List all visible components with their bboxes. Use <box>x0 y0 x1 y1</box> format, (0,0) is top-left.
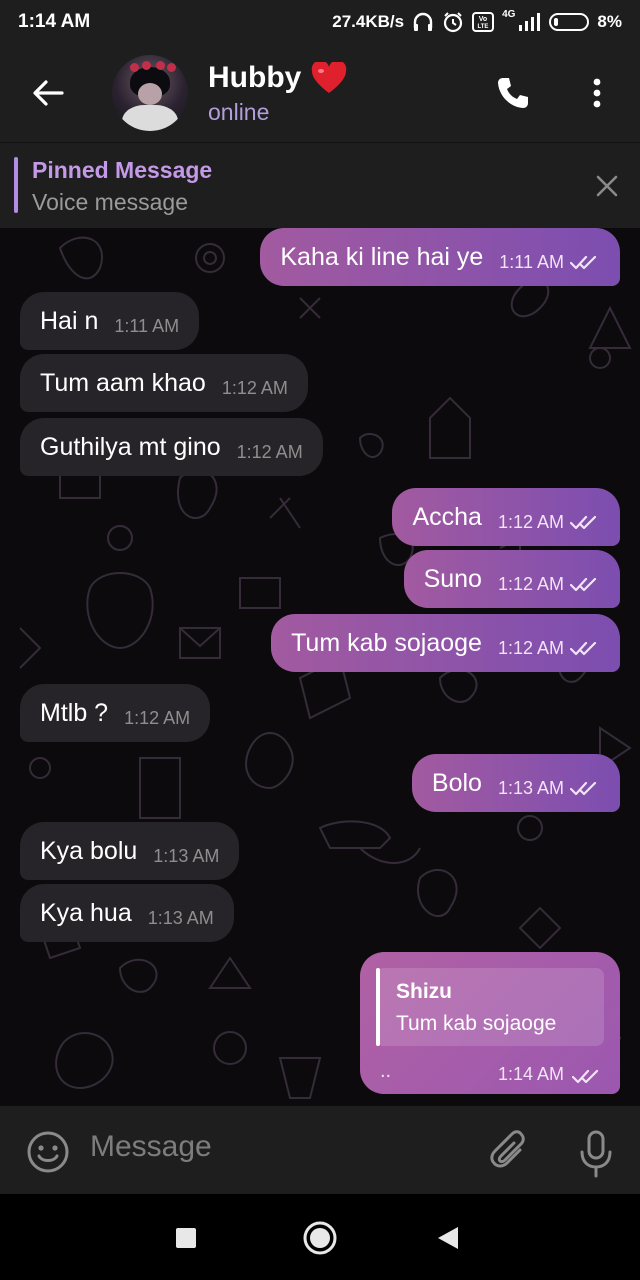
avatar[interactable] <box>112 55 188 131</box>
message-bubble-in[interactable]: Tum aam khao 1:12 AM <box>20 354 308 412</box>
status-bar: 1:14 AM 27.4KB/s Vo LTE 4G 8% <box>0 0 640 44</box>
message-text: Guthilya mt gino <box>40 432 221 461</box>
message-time: 1:12 AM <box>221 377 288 398</box>
message-bubble-in[interactable]: Kya bolu 1:13 AM <box>20 822 240 880</box>
signal-icon <box>519 13 541 31</box>
home-circle-icon <box>303 1221 337 1255</box>
back-button[interactable] <box>0 44 96 142</box>
system-navigation-bar <box>0 1194 640 1280</box>
message-bubble-out[interactable]: Tum kab sojaoge 1:12 AM <box>271 614 620 672</box>
status-time: 1:14 AM <box>18 11 91 32</box>
pinned-accent-bar <box>14 157 18 213</box>
quoted-author: Shizu <box>396 980 452 1003</box>
double-check-icon <box>570 577 597 592</box>
message-time: 1:13 AM <box>147 907 214 928</box>
quoted-message[interactable]: Shizu Tum kab sojaoge <box>376 968 604 1046</box>
double-check-icon <box>570 515 597 530</box>
pinned-text: Voice message <box>32 189 188 215</box>
message-text: Kya bolu <box>40 836 138 865</box>
chat-title-block[interactable]: Hubby online <box>208 61 347 126</box>
double-check-icon <box>570 255 597 270</box>
message-text: Accha <box>412 502 482 531</box>
message-bubble-out[interactable]: Kaha ki line hai ye 1:11 AM <box>260 228 620 286</box>
quoted-text: Tum kab sojaoge <box>396 1012 557 1035</box>
message-time: 1:11 AM <box>499 251 564 272</box>
message-time: 1:12 AM <box>124 707 191 728</box>
reply-message-bubble[interactable]: Shizu Tum kab sojaoge .. 1:14 AM <box>360 952 620 1094</box>
message-time: 1:13 AM <box>153 845 220 866</box>
emoji-icon[interactable] <box>26 1130 70 1174</box>
recents-button[interactable] <box>164 1216 208 1260</box>
message-list[interactable]: Kaha ki line hai ye 1:11 AM Hai n 1:11 A… <box>0 228 640 1106</box>
pinned-label: Pinned Message <box>32 157 213 183</box>
contact-status: online <box>208 98 270 125</box>
svg-text:LTE: LTE <box>478 24 489 30</box>
message-text: Hai n <box>40 306 99 335</box>
chat-header: Hubby online <box>0 44 640 142</box>
message-time: 1:14 AM <box>497 1064 564 1084</box>
square-icon <box>176 1228 196 1248</box>
triangle-back-icon <box>438 1227 458 1249</box>
call-button[interactable] <box>478 44 548 142</box>
pinned-message-bar[interactable]: Pinned Message Voice message <box>0 142 640 228</box>
message-text: Kya hua <box>40 898 132 927</box>
message-time: 1:12 AM <box>497 511 564 532</box>
double-check-icon <box>570 781 597 796</box>
message-bubble-out[interactable]: Suno 1:12 AM <box>403 550 620 608</box>
headphones-icon <box>413 12 433 31</box>
close-icon[interactable] <box>594 173 620 199</box>
more-vertical-icon <box>593 78 601 108</box>
message-bubble-out[interactable]: Accha 1:12 AM <box>392 488 620 546</box>
red-heart-icon <box>312 61 347 93</box>
more-options-button[interactable] <box>562 44 632 142</box>
status-indicators: 27.4KB/s Vo LTE 4G 8% <box>332 8 622 33</box>
chat-title: Hubby <box>208 61 347 95</box>
double-check-icon <box>572 1069 599 1084</box>
volte-icon: VoLTE <box>472 12 495 32</box>
attach-icon[interactable] <box>490 1130 530 1174</box>
message-bubble-in[interactable]: Guthilya mt gino 1:12 AM <box>20 418 323 476</box>
message-bubble-in[interactable]: Mtlb ? 1:12 AM <box>20 684 211 742</box>
battery-icon <box>549 13 590 31</box>
message-bubble-out[interactable]: Bolo 1:13 AM <box>411 754 620 812</box>
message-bubble-in[interactable]: Kya hua 1:13 AM <box>20 884 234 942</box>
message-time: 1:13 AM <box>497 777 564 798</box>
message-text: Tum aam khao <box>40 368 206 397</box>
message-text: Mtlb ? <box>40 698 109 727</box>
arrow-left-icon <box>33 80 64 106</box>
microphone-icon[interactable] <box>578 1130 614 1178</box>
message-text: Kaha ki line hai ye <box>280 242 484 271</box>
message-text: Tum kab sojaoge <box>291 628 482 657</box>
message-composer: Message <box>0 1106 640 1194</box>
message-time: 1:12 AM <box>497 637 564 658</box>
message-input[interactable]: Message <box>90 1130 212 1164</box>
message-bubble-in[interactable]: Hai n 1:11 AM <box>20 292 200 350</box>
network-speed: 27.4KB/s <box>332 12 405 31</box>
message-time: 1:11 AM <box>114 315 180 336</box>
back-nav-button[interactable] <box>426 1216 470 1260</box>
message-time: 1:12 AM <box>497 573 564 594</box>
message-text: .. <box>380 1060 392 1082</box>
svg-text:Vo: Vo <box>479 16 487 23</box>
quote-accent-bar <box>376 968 380 1046</box>
message-text: Suno <box>423 564 482 593</box>
contact-name: Hubby <box>208 60 302 94</box>
double-check-icon <box>570 641 597 656</box>
network-type-label: 4G <box>502 8 516 20</box>
message-text: Bolo <box>431 768 482 797</box>
alarm-icon <box>443 12 463 33</box>
phone-icon <box>498 78 528 108</box>
battery-percent: 8% <box>597 12 622 31</box>
home-button[interactable] <box>298 1216 342 1260</box>
message-time: 1:12 AM <box>236 441 303 462</box>
